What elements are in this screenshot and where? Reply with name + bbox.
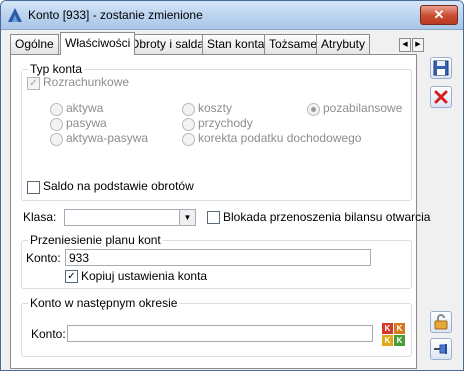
tab-panel: Typ konta ✓ Rozrachunkowe aktywa pasywa … — [10, 54, 430, 369]
save-button[interactable] — [430, 57, 452, 79]
radio-korekta[interactable] — [182, 133, 195, 146]
radio-aktywa[interactable] — [50, 103, 63, 116]
tab-atrybuty[interactable]: Atrybuty — [316, 34, 371, 54]
chevron-down-icon[interactable]: ▼ — [179, 210, 195, 225]
pin-icon — [434, 344, 447, 354]
tab-scroll: ◀ ▶ — [399, 35, 425, 52]
tab-stan-konta[interactable]: Stan konta — [202, 34, 270, 54]
radio-przychody[interactable] — [182, 118, 195, 131]
close-button[interactable]: ✕ — [420, 5, 458, 25]
konto-picker-icon[interactable]: K K K K — [382, 323, 406, 347]
title-bar[interactable]: Konto [933] - zostanie zmienione ✕ — [1, 1, 463, 30]
window: Konto [933] - zostanie zmienione ✕ Ogóln… — [0, 0, 464, 371]
przeniesienie-group: Przeniesienie planu kont Konto: 933 ✓ Ko… — [21, 233, 412, 289]
typ-konta-title: Typ konta — [28, 62, 85, 76]
close-icon — [434, 90, 448, 104]
tab-obroty-i-salda[interactable]: Obroty i salda — [125, 34, 210, 54]
rozrachunkowe-label: Rozrachunkowe — [43, 75, 130, 89]
kk-tile-4: K — [394, 335, 405, 346]
przeniesienie-konto-input[interactable]: 933 — [65, 249, 371, 266]
korekta-label: korekta podatku dochodowego — [198, 131, 362, 145]
aktywa-label: aktywa — [66, 101, 104, 115]
kopiuj-checkbox[interactable]: ✓ — [65, 270, 78, 283]
kk-tile-3: K — [382, 335, 393, 346]
saldo-checkbox[interactable] — [27, 181, 40, 194]
przeniesienie-title: Przeniesienie planu kont — [28, 233, 163, 247]
kk-tile-1: K — [382, 323, 393, 334]
klasa-select[interactable]: ▼ — [64, 209, 196, 226]
pozabilansowe-label: pozabilansowe — [323, 101, 403, 115]
radio-aktywa-pasywa[interactable] — [50, 133, 63, 146]
app-logo-icon — [8, 8, 22, 22]
pasywa-label: pasywa — [66, 116, 107, 130]
window-title: Konto [933] - zostanie zmienione — [28, 8, 203, 22]
tab-scroll-left-icon[interactable]: ◀ — [399, 38, 411, 52]
typ-konta-group: Typ konta ✓ Rozrachunkowe aktywa pasywa … — [21, 62, 412, 201]
blokada-checkbox[interactable] — [207, 211, 220, 224]
klasa-label: Klasa: — [23, 210, 57, 224]
nastepny-konto-input[interactable] — [67, 325, 373, 342]
nastepny-title: Konto w następnym okresie — [28, 296, 180, 310]
floppy-disk-icon — [433, 60, 449, 76]
nastepny-group: Konto w następnym okresie Konto: K K K K — [21, 296, 412, 357]
tab-scroll-right-icon[interactable]: ▶ — [412, 38, 424, 52]
unlock-button[interactable] — [430, 311, 452, 333]
przychody-label: przychody — [198, 116, 253, 130]
radio-pasywa[interactable] — [50, 118, 63, 131]
radio-pozabilansowe[interactable] — [307, 103, 320, 116]
blokada-label: Blokada przenoszenia bilansu otwarcia — [223, 210, 431, 224]
tab-tozsame[interactable]: Tożsame — [264, 34, 323, 54]
aktywa-pasywa-label: aktywa-pasywa — [66, 131, 149, 145]
saldo-label: Saldo na podstawie obrotów — [43, 179, 194, 193]
tab-ogolne[interactable]: Ogólne — [10, 34, 59, 54]
cancel-button[interactable] — [430, 86, 452, 108]
kk-tile-2: K — [394, 323, 405, 334]
nastepny-konto-label: Konto: — [31, 327, 66, 341]
padlock-icon — [434, 314, 448, 330]
rozrachunkowe-checkbox[interactable]: ✓ — [27, 77, 40, 90]
koszty-label: koszty — [198, 101, 233, 115]
przeniesienie-konto-label: Konto: — [26, 251, 61, 265]
tab-wlasciwosci[interactable]: Właściwości — [60, 32, 136, 55]
kopiuj-label: Kopiuj ustawienia konta — [81, 269, 208, 283]
radio-koszty[interactable] — [182, 103, 195, 116]
pin-button[interactable] — [430, 338, 452, 360]
